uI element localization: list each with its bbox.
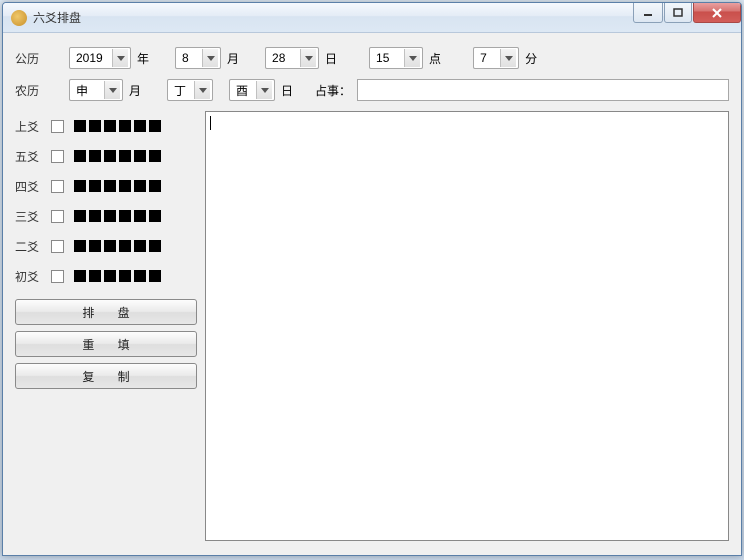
- solar-month-select[interactable]: 8: [175, 47, 221, 69]
- yao-row-3: 三爻: [15, 201, 197, 231]
- dropdown-arrow-icon: [194, 81, 210, 99]
- dropdown-arrow-icon: [256, 81, 272, 99]
- yao-checkbox[interactable]: [51, 180, 64, 193]
- solar-day-select[interactable]: 28: [265, 47, 319, 69]
- titlebar: 六爻排盘: [3, 3, 741, 33]
- refill-button[interactable]: 重 填: [15, 331, 197, 357]
- maximize-button[interactable]: [664, 3, 692, 23]
- lunar-label: 农历: [15, 82, 63, 99]
- yao-label: 三爻: [15, 208, 45, 225]
- lunar-day-unit: 日: [281, 82, 293, 99]
- yao-squares: [74, 180, 161, 192]
- dropdown-arrow-icon: [112, 49, 128, 67]
- lunar-month-select[interactable]: 申: [69, 79, 123, 101]
- solar-minute-select[interactable]: 7: [473, 47, 519, 69]
- text-caret: [210, 116, 211, 130]
- yao-label: 上爻: [15, 118, 45, 135]
- yao-checkbox[interactable]: [51, 270, 64, 283]
- yao-row-4: 四爻: [15, 171, 197, 201]
- minute-unit: 分: [525, 50, 537, 67]
- window-title: 六爻排盘: [33, 9, 81, 26]
- yao-checkbox[interactable]: [51, 210, 64, 223]
- minimize-button[interactable]: [633, 3, 663, 23]
- year-unit: 年: [137, 50, 149, 67]
- dropdown-arrow-icon: [500, 49, 516, 67]
- output-textarea[interactable]: [205, 111, 729, 541]
- lunar-day-stem-select[interactable]: 丁: [167, 79, 213, 101]
- yao-row-5: 五爻: [15, 141, 197, 171]
- maximize-icon: [673, 8, 683, 17]
- lunar-row: 农历 申 月 丁 酉 日 占事：: [15, 79, 729, 101]
- yao-squares: [74, 120, 161, 132]
- close-button[interactable]: [693, 3, 741, 23]
- dropdown-arrow-icon: [404, 49, 420, 67]
- window-controls: [632, 3, 741, 25]
- yao-label: 初爻: [15, 268, 45, 285]
- client-area: 公历 2019 年 8 月 28 日 15 点 7 分 农历 申 月 丁 酉 日: [3, 33, 741, 555]
- dropdown-arrow-icon: [300, 49, 316, 67]
- lunar-day-branch-select[interactable]: 酉: [229, 79, 275, 101]
- solar-row: 公历 2019 年 8 月 28 日 15 点 7 分: [15, 47, 729, 69]
- solar-hour-select[interactable]: 15: [369, 47, 423, 69]
- left-panel: 上爻 五爻 四爻 三爻: [15, 111, 197, 541]
- yao-squares: [74, 270, 161, 282]
- yao-label: 五爻: [15, 148, 45, 165]
- solar-label: 公历: [15, 50, 63, 67]
- yao-squares: [74, 150, 161, 162]
- yao-label: 二爻: [15, 238, 45, 255]
- yao-row-top: 上爻: [15, 111, 197, 141]
- app-window: 六爻排盘 公历 2019 年 8 月 28 日 15: [2, 2, 742, 556]
- action-buttons: 排 盘 重 填 复 制: [15, 299, 197, 389]
- app-icon: [11, 10, 27, 26]
- yao-checkbox[interactable]: [51, 120, 64, 133]
- dropdown-arrow-icon: [104, 81, 120, 99]
- body-split: 上爻 五爻 四爻 三爻: [15, 111, 729, 541]
- day-unit: 日: [325, 50, 337, 67]
- copy-button[interactable]: 复 制: [15, 363, 197, 389]
- topic-input[interactable]: [357, 79, 729, 101]
- month-unit: 月: [227, 50, 239, 67]
- yao-checkbox[interactable]: [51, 240, 64, 253]
- yao-checkbox[interactable]: [51, 150, 64, 163]
- hour-unit: 点: [429, 50, 441, 67]
- yao-row-1: 初爻: [15, 261, 197, 291]
- yao-squares: [74, 240, 161, 252]
- solar-year-select[interactable]: 2019: [69, 47, 131, 69]
- close-icon: [711, 8, 723, 18]
- yao-squares: [74, 210, 161, 222]
- lunar-month-unit: 月: [129, 82, 141, 99]
- minimize-icon: [643, 9, 653, 17]
- yao-label: 四爻: [15, 178, 45, 195]
- yao-row-2: 二爻: [15, 231, 197, 261]
- paipan-button[interactable]: 排 盘: [15, 299, 197, 325]
- topic-label: 占事：: [315, 82, 351, 99]
- dropdown-arrow-icon: [202, 49, 218, 67]
